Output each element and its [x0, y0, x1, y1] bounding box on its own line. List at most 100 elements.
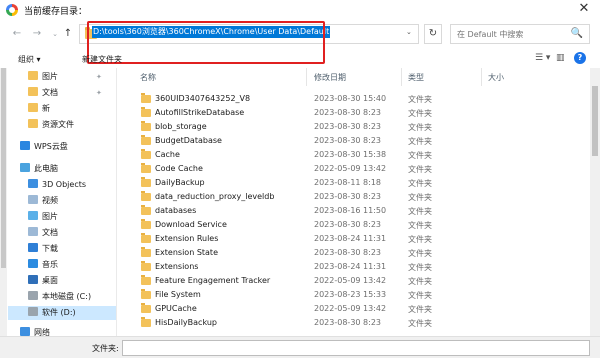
file-row[interactable]: GPUCache 2022-05-09 13:42 文件夹: [118, 302, 590, 316]
file-name: databases: [155, 206, 197, 215]
address-path-text[interactable]: D:\tools\360浏览器\360ChromeX\Chrome\User D…: [92, 26, 331, 38]
folder-icon: [141, 289, 151, 299]
file-date: 2023-08-30 8:23: [314, 220, 381, 229]
column-header-type[interactable]: 类型: [408, 72, 424, 83]
help-icon[interactable]: ?: [574, 52, 586, 64]
column-divider[interactable]: [306, 68, 307, 86]
file-date: 2023-08-30 8:23: [314, 108, 381, 117]
image-icon: [28, 211, 38, 220]
close-icon[interactable]: ✕: [576, 1, 592, 17]
file-row[interactable]: blob_storage 2023-08-30 8:23 文件夹: [118, 120, 590, 134]
sidebar-item-videos[interactable]: 视频: [28, 194, 58, 208]
file-type: 文件夹: [408, 123, 432, 132]
file-name: Extensions: [155, 262, 199, 271]
file-row[interactable]: Code Cache 2022-05-09 13:42 文件夹: [118, 162, 590, 176]
file-date: 2022-05-09 13:42: [314, 276, 387, 285]
sidebar-item-drive-c[interactable]: 本地磁盘 (C:): [28, 290, 91, 304]
file-date: 2023-08-30 8:23: [314, 136, 381, 145]
file-type: 文件夹: [408, 207, 432, 216]
file-row[interactable]: DailyBackup 2023-08-11 8:18 文件夹: [118, 176, 590, 190]
sidebar-item-this-pc[interactable]: 此电脑: [20, 162, 58, 176]
forward-arrow-icon[interactable]: →: [30, 27, 44, 41]
file-name: Download Service: [155, 220, 227, 229]
folder-icon: [141, 303, 151, 313]
column-divider[interactable]: [401, 68, 402, 86]
sidebar-item-pictures-pc[interactable]: 图片: [28, 210, 58, 224]
back-arrow-icon[interactable]: ←: [10, 27, 24, 41]
up-arrow-icon[interactable]: ↑: [61, 27, 75, 41]
file-name: blob_storage: [155, 122, 207, 131]
folder-icon: [141, 135, 151, 145]
file-type: 文件夹: [408, 263, 432, 272]
file-date: 2023-08-30 8:23: [314, 318, 381, 327]
refresh-icon[interactable]: ↻: [424, 24, 442, 44]
search-icon[interactable]: 🔍: [571, 28, 583, 39]
file-type: 文件夹: [408, 221, 432, 230]
column-header-date[interactable]: 修改日期: [314, 72, 346, 83]
sidebar-item-music[interactable]: 音乐: [28, 258, 58, 272]
sidebar-item-downloads[interactable]: 下载: [28, 242, 58, 256]
file-row[interactable]: Feature Engagement Tracker 2022-05-09 13:…: [118, 274, 590, 288]
pin-icon: ✦: [96, 89, 102, 97]
file-name: Extension State: [155, 248, 218, 257]
folder-icon: [141, 163, 151, 173]
sidebar-item-new[interactable]: 新: [28, 102, 50, 116]
folder-icon: [141, 205, 151, 215]
file-list-scrollbar[interactable]: [590, 68, 600, 336]
drive-icon: [28, 307, 38, 316]
file-type: 文件夹: [408, 151, 432, 160]
sidebar-item-documents-pc[interactable]: 文档: [28, 226, 58, 240]
file-row[interactable]: File System 2023-08-23 15:33 文件夹: [118, 288, 590, 302]
file-row[interactable]: databases 2023-08-16 11:50 文件夹: [118, 204, 590, 218]
column-header-size[interactable]: 大小: [488, 72, 504, 83]
view-options-icon[interactable]: ☰ ▾: [535, 53, 550, 63]
file-row[interactable]: HisDailyBackup 2023-08-30 8:23 文件夹: [118, 316, 590, 330]
sidebar-item-documents[interactable]: 文档: [28, 86, 58, 100]
folder-icon: [141, 149, 151, 159]
preview-pane-icon[interactable]: ▥: [556, 53, 565, 63]
file-type: 文件夹: [408, 305, 432, 314]
file-row[interactable]: BudgetDatabase 2023-08-30 8:23 文件夹: [118, 134, 590, 148]
file-row[interactable]: Cache 2023-08-30 15:38 文件夹: [118, 148, 590, 162]
folder-label: 文件夹:: [92, 344, 119, 353]
sidebar-item-desktop[interactable]: 桌面: [28, 274, 58, 288]
file-name: 360UID3407643252_V8: [155, 94, 251, 103]
file-date: 2023-08-30 8:23: [314, 192, 381, 201]
file-date: 2023-08-30 15:38: [314, 150, 387, 159]
file-row[interactable]: Extensions 2023-08-24 11:31 文件夹: [118, 260, 590, 274]
folder-icon: [141, 191, 151, 201]
column-divider[interactable]: [481, 68, 482, 86]
new-folder-button[interactable]: 新建文件夹: [82, 54, 122, 65]
file-row[interactable]: Extension Rules 2023-08-24 11:31 文件夹: [118, 232, 590, 246]
sidebar-scrollbar-thumb[interactable]: [1, 68, 6, 268]
folder-name-input[interactable]: [122, 340, 590, 356]
search-box[interactable]: 🔍: [450, 24, 590, 44]
recent-locations-dropdown-icon[interactable]: ⌄: [48, 27, 62, 41]
file-date: 2023-08-30 8:23: [314, 122, 381, 131]
bottom-bar: 文件夹:: [0, 336, 600, 358]
folder-icon: [141, 247, 151, 257]
sidebar-item-drive-d[interactable]: 软件 (D:): [8, 306, 116, 320]
pin-icon: ✦: [96, 73, 102, 81]
file-row[interactable]: Extension State 2023-08-30 8:23 文件夹: [118, 246, 590, 260]
sidebar-item-3d-objects[interactable]: 3D Objects: [28, 178, 86, 192]
chevron-down-icon[interactable]: ⌄: [406, 28, 412, 36]
sidebar-item-network[interactable]: 网络: [20, 326, 50, 336]
column-header-name[interactable]: 名称: [140, 72, 156, 83]
sidebar-item-pictures[interactable]: 图片: [28, 70, 58, 84]
file-row[interactable]: data_reduction_proxy_leveldb 2023-08-30 8…: [118, 190, 590, 204]
search-input[interactable]: [457, 25, 577, 43]
folder-icon: [28, 119, 38, 128]
organize-button[interactable]: 组织 ▾: [18, 54, 41, 65]
file-date: 2023-08-11 8:18: [314, 178, 381, 187]
folder-icon: [141, 261, 151, 271]
file-row[interactable]: AutofillStrikeDatabase 2023-08-30 8:23 文件夹: [118, 106, 590, 120]
file-row[interactable]: 360UID3407643252_V8 2023-08-30 15:40 文件夹: [118, 92, 590, 106]
sidebar-item-wps-cloud[interactable]: WPS云盘: [20, 140, 68, 154]
sidebar-scrollbar[interactable]: [0, 68, 7, 336]
file-row[interactable]: Download Service 2023-08-30 8:23 文件夹: [118, 218, 590, 232]
file-list-scrollbar-thumb[interactable]: [592, 86, 598, 156]
folder-icon: [28, 87, 38, 96]
cube-icon: [28, 179, 38, 188]
sidebar-item-resources[interactable]: 资源文件: [28, 118, 74, 132]
